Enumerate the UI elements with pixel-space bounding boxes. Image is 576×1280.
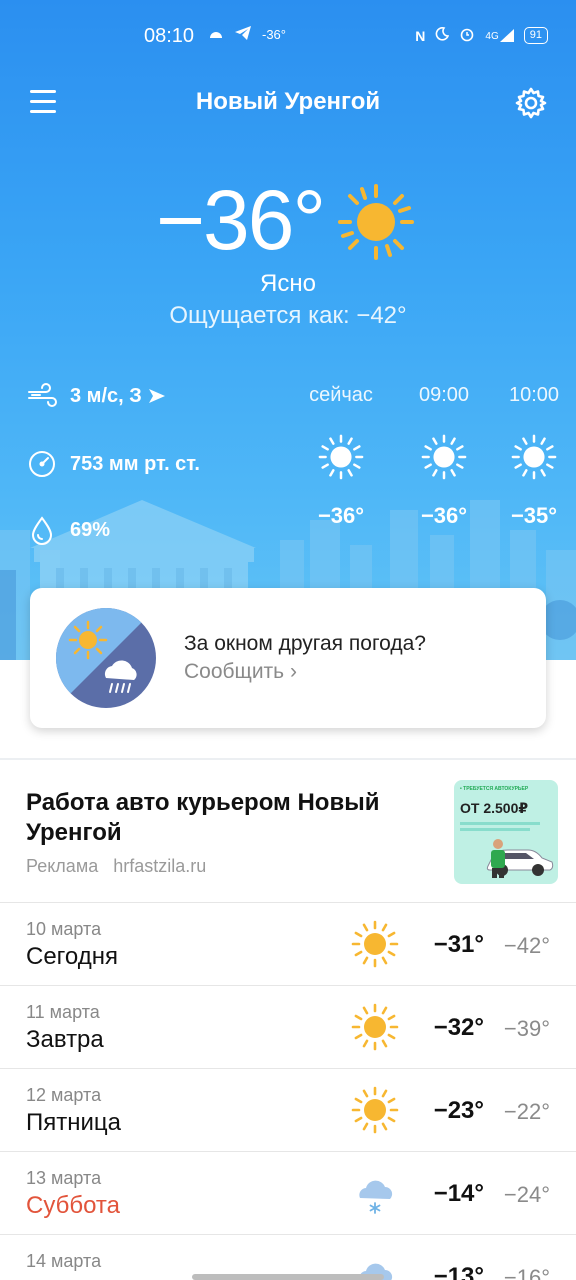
alarm-icon	[459, 26, 475, 45]
ad-image-price: ОТ 2.500₽	[460, 800, 529, 816]
forecast-min-temp: −16°	[503, 1265, 550, 1280]
ad-domain[interactable]: hrfastzila.ru	[113, 856, 206, 876]
snow-cloud-icon	[350, 1168, 400, 1218]
current-temperature: −36°	[156, 173, 326, 267]
forecast-min-temp: −22°	[503, 1099, 550, 1124]
forecast-max-temp: −14°	[433, 1180, 484, 1207]
forecast-row[interactable]: 13 марта Суббота −14° −24°	[0, 1151, 576, 1234]
ad-meta: Реклама hrfastzila.ru	[26, 856, 216, 877]
wind-value: 3 м/с, З	[70, 384, 142, 407]
wind-icon	[28, 383, 57, 407]
hourly-temp: −35°	[510, 503, 558, 528]
report-link[interactable]: Сообщить ›	[184, 660, 297, 684]
sun-rain-split-icon	[56, 608, 156, 708]
condition-text: Ясно	[260, 270, 316, 297]
sun-icon	[510, 433, 558, 481]
humidity-drop-icon	[31, 516, 53, 545]
hourly-item[interactable]: сейчас −36°	[296, 384, 386, 529]
forecast-row[interactable]: 10 марта Сегодня −31° −42°	[0, 902, 576, 985]
forecast-day: Суббота	[26, 1192, 120, 1219]
sun-icon	[338, 184, 414, 260]
status-time: 08:10	[144, 25, 195, 47]
forecast-max-temp: −23°	[433, 1097, 484, 1124]
weather-report-card[interactable]: За окном другая погода? Сообщить ›	[30, 588, 546, 728]
sun-icon	[350, 1085, 400, 1135]
forecast-max-temp: −13°	[433, 1263, 484, 1280]
forecast-date: 14 марта	[26, 1251, 102, 1271]
pressure-gauge-icon	[29, 451, 55, 477]
sun-icon	[350, 919, 400, 969]
pressure-value: 753 мм рт. ст.	[70, 452, 200, 475]
hourly-item[interactable]: 10:00 −35°	[489, 384, 576, 529]
forecast-max-temp: −31°	[433, 931, 484, 958]
hourly-temp: −36°	[317, 503, 365, 528]
feels-like-text: Ощущается как: −42°	[169, 302, 407, 329]
pressure-param: 753 мм рт. ст.	[26, 448, 200, 480]
city-title[interactable]: Новый Уренгой	[0, 88, 576, 116]
humidity-value: 69%	[70, 518, 111, 541]
forecast-day: Завтра	[26, 1026, 104, 1053]
hourly-item[interactable]: 09:00 −36°	[399, 384, 489, 529]
ad-image[interactable]: • ТРЕБУЕТСЯ АВТОКУРЬЕР ОТ 2.500₽	[454, 780, 558, 884]
hourly-time: сейчас	[309, 384, 373, 406]
telegram-icon	[234, 25, 252, 44]
moon-icon	[435, 27, 450, 44]
ad-label: Реклама	[26, 856, 99, 876]
hourly-temp: −36°	[420, 503, 468, 528]
hourly-time: 09:00	[418, 384, 470, 406]
forecast-day: Пятница	[26, 1109, 121, 1136]
sun-icon	[420, 433, 468, 481]
forecast-row[interactable]: 11 марта Завтра −32° −39°	[0, 985, 576, 1068]
forecast-max-temp: −32°	[433, 1014, 484, 1041]
ad-image-caption: • ТРЕБУЕТСЯ АВТОКУРЬЕР	[460, 786, 529, 792]
forecast-date: 11 марта	[26, 1002, 100, 1022]
forecast-min-temp: −39°	[503, 1016, 550, 1041]
forecast-day: Сегодня	[26, 943, 118, 970]
courier-figure	[491, 839, 505, 878]
signal-icon: 4G	[485, 29, 514, 42]
forecast-min-temp: −42°	[503, 933, 550, 958]
forecast-date: 12 марта	[26, 1085, 102, 1105]
ad-title[interactable]: Работа авто курьером Новый Уренгой	[26, 788, 416, 848]
sun-icon	[317, 433, 365, 481]
forecast-row[interactable]: 12 марта Пятница −23° −22°	[0, 1068, 576, 1151]
wind-direction-icon	[148, 389, 165, 403]
notification-temp: -36°	[262, 27, 286, 42]
forecast-min-temp: −24°	[503, 1182, 550, 1207]
top-bar: Новый Уренгой	[0, 80, 576, 128]
nfc-icon: N	[415, 27, 426, 44]
ad-banner[interactable]: Работа авто курьером Новый Уренгой Рекла…	[0, 760, 576, 902]
status-bar: 08:10 -36° N 4G 91	[0, 0, 576, 72]
forecast-date: 13 марта	[26, 1168, 102, 1188]
wind-param: 3 м/с, З	[26, 380, 166, 412]
android-icon	[208, 27, 224, 42]
settings-button[interactable]	[514, 86, 548, 120]
hourly-time: 10:00	[508, 384, 560, 406]
sun-icon	[350, 1002, 400, 1052]
report-title: За окном другая погода?	[184, 632, 426, 655]
home-indicator[interactable]	[192, 1274, 384, 1280]
forecast-date: 10 марта	[26, 919, 102, 939]
gear-icon	[515, 87, 547, 119]
battery-indicator: 91	[523, 27, 548, 44]
humidity-param: 69%	[26, 514, 110, 546]
